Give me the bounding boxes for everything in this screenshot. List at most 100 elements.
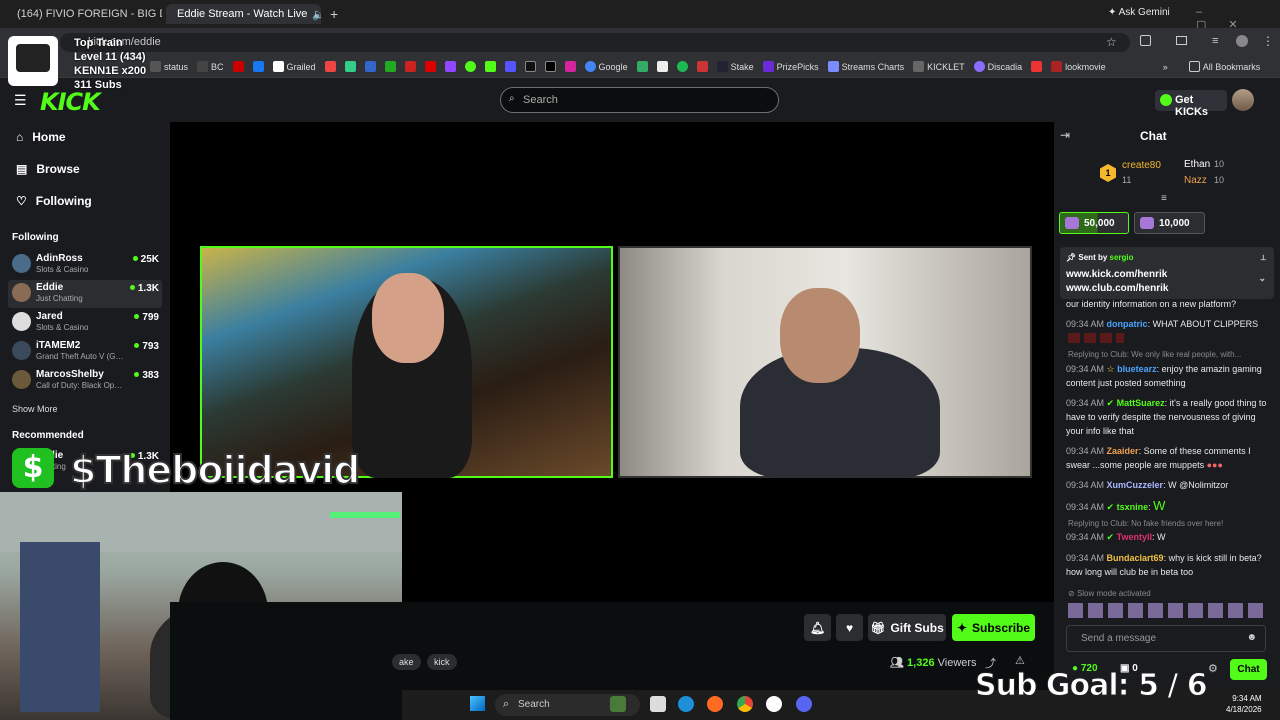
profile-icon[interactable] (1236, 35, 1248, 47)
goal-card[interactable]: 10,000 (1134, 212, 1205, 234)
chat-message-input[interactable]: Send a message ☻ (1066, 625, 1266, 652)
widget-icon[interactable] (610, 696, 626, 712)
kick-icon[interactable] (484, 61, 496, 72)
get-kicks-button[interactable]: Get KICKs (1155, 90, 1227, 118)
following-channel-jared[interactable]: Jared Slots & Casino 799 (12, 309, 162, 337)
emoji-icon[interactable]: ☻ (1246, 632, 1257, 643)
gift-subs-button[interactable]: 🎁︎ Gift Subs (868, 614, 946, 641)
subscribe-button[interactable]: ✦ Subscribe (952, 614, 1035, 641)
expand-leaderboard-icon[interactable]: ≡ (1161, 193, 1167, 204)
bookmark-grailed[interactable]: Grailed (272, 61, 316, 72)
chat-settings-gear-icon[interactable]: ⚙ (1208, 662, 1218, 675)
discord-icon[interactable] (796, 696, 812, 712)
chat-message: 09:34 AM ✔ Twentyll: W (1066, 532, 1166, 542)
task-view-icon[interactable] (650, 696, 666, 712)
bookmark-icon[interactable] (404, 61, 416, 72)
taskbar-clock[interactable]: 9:34 AM 4/18/2026 (1226, 693, 1262, 715)
bookmark-bc[interactable]: BC (197, 61, 224, 72)
tiktok-icon[interactable] (524, 61, 536, 72)
collapse-chat-icon[interactable]: ⇥ (1060, 128, 1070, 142)
tab-youtube[interactable]: (164) FIVIO FOREIGN - BIG DRI ✕ (6, 4, 162, 24)
sub-goal-overlay: Sub Goal: 5 / 6 (975, 668, 1209, 704)
spotify-icon[interactable] (676, 61, 688, 72)
bookmark-stake[interactable]: Stake (716, 61, 754, 72)
bookmark-lookmovie[interactable]: lookmovie (1051, 61, 1106, 72)
search-input[interactable]: ⌕ Search (500, 87, 779, 113)
bookmark-icon[interactable] (464, 61, 476, 72)
edge-icon[interactable] (678, 696, 694, 712)
bookmark-icon[interactable] (636, 61, 648, 72)
following-channel-itamem2[interactable]: iTAMEM2 Grand Theft Auto V (G… 793 (12, 338, 162, 366)
show-more-link[interactable]: Show More (12, 404, 58, 414)
leaderboard-first[interactable]: create80 (1122, 160, 1161, 171)
star-icon[interactable]: ☆ (1106, 35, 1117, 49)
unpin-icon[interactable]: ⟂ (1261, 253, 1266, 263)
bookmark-icon[interactable] (384, 61, 396, 72)
windows-start-icon[interactable] (470, 696, 485, 711)
ask-gemini-button[interactable]: ✦ Ask Gemini (1108, 7, 1170, 18)
menu-icon[interactable]: ⋮ (1262, 34, 1274, 48)
nav-home[interactable]: ⌂ Home (16, 130, 66, 144)
send-chat-button[interactable]: Chat (1230, 659, 1267, 680)
report-icon[interactable]: ⚠ (1015, 654, 1025, 667)
cast-icon[interactable] (1176, 36, 1187, 45)
pinned-message[interactable]: 📌︎ Sent by sergio www.kick.com/henrik ww… (1060, 247, 1274, 299)
browse-icon: ▤ (16, 162, 28, 176)
obs-icon[interactable] (766, 696, 782, 712)
slow-mode-notice: ⊘ Slow mode activated (1068, 589, 1151, 598)
tab-kick[interactable]: Eddie Stream - Watch Live 🔈 ✕ (166, 4, 321, 24)
bookmark-icon[interactable] (696, 61, 708, 72)
bookmark-icon[interactable] (364, 61, 376, 72)
chevron-down-icon[interactable]: ⌄ (1258, 273, 1266, 284)
stream-tag[interactable]: kick (427, 654, 457, 670)
google-icon (584, 61, 596, 72)
emote-quick-bar[interactable] (1068, 603, 1266, 618)
bookmark-google[interactable]: Google (584, 61, 628, 72)
goal-card[interactable]: 50,000 (1059, 212, 1129, 234)
notification-bell-button[interactable]: 🔔︎ (804, 614, 831, 641)
twitch-icon[interactable] (444, 61, 456, 72)
bookmark-icon[interactable] (344, 61, 356, 72)
firefox-icon[interactable] (707, 696, 723, 712)
bookmark-kicklet[interactable]: KICKLET (913, 61, 965, 72)
cashtag-overlay: $Theboiidavid (69, 447, 361, 493)
bookmark-icon[interactable] (232, 61, 244, 72)
leaderboard-third[interactable]: Nazz (1184, 175, 1207, 186)
facebook-icon[interactable] (252, 61, 264, 72)
x-icon[interactable] (544, 61, 556, 72)
chat-message: 09:34 AM ✔ tsxnine: W (1066, 498, 1166, 513)
bookmark-streams-charts[interactable]: Streams Charts (827, 61, 904, 72)
new-tab-button[interactable]: + (330, 6, 338, 22)
stream-tag[interactable]: ake (392, 654, 421, 670)
bookmark-status[interactable]: status (150, 61, 188, 72)
emote-row (1068, 333, 1124, 343)
nav-browse[interactable]: ▤ Browse (16, 162, 80, 176)
reply-context[interactable]: Replying to Club: We only like real peop… (1068, 350, 1241, 359)
all-bookmarks[interactable]: All Bookmarks (1188, 61, 1260, 72)
kicks-coin-icon (1160, 94, 1172, 106)
bookmarks-overflow-icon[interactable]: » (1163, 62, 1168, 72)
bookmark-icon[interactable] (424, 61, 436, 72)
url-field[interactable]: kick.com/eddie (60, 33, 1130, 52)
chrome-icon[interactable] (737, 696, 753, 712)
extensions-icon[interactable] (1140, 35, 1151, 46)
following-channel-adinross[interactable]: AdinRoss Slots & Casino 25K (12, 251, 162, 279)
reply-context[interactable]: Replying to Club: No fake friends over h… (1068, 519, 1223, 528)
bookmark-icon[interactable] (1031, 61, 1043, 72)
kick-logo[interactable]: KICK (40, 88, 101, 116)
follow-button[interactable]: ♥ (836, 614, 863, 641)
bookmark-discadia[interactable]: Discadia (973, 61, 1022, 72)
video-feed-left (200, 246, 613, 478)
bookmark-icon[interactable] (656, 61, 668, 72)
bookmark-icon[interactable] (324, 61, 336, 72)
following-channel-marcosshelby[interactable]: MarcosShelby Call of Duty: Black Op… 383 (12, 367, 162, 395)
leaderboard-second[interactable]: Ethan (1184, 159, 1210, 170)
nav-following[interactable]: ♡ Following (16, 194, 92, 208)
user-avatar[interactable] (1232, 89, 1254, 111)
instagram-icon[interactable] (564, 61, 576, 72)
following-channel-eddie[interactable]: Eddie Just Chatting 1.3K (8, 280, 162, 308)
downloads-icon[interactable]: ≡ (1212, 35, 1218, 47)
bookmark-icon[interactable] (504, 61, 516, 72)
hamburger-menu-icon[interactable]: ☰ (14, 92, 27, 109)
bookmark-prizepicks[interactable]: PrizePicks (762, 61, 819, 72)
